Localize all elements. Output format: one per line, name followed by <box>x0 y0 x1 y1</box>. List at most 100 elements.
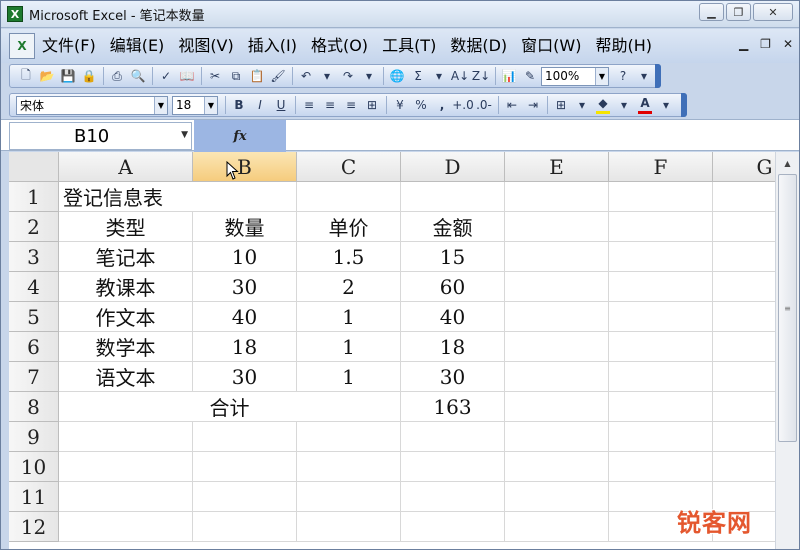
column-header-f[interactable]: F <box>609 152 713 182</box>
redo-dropdown-icon[interactable]: ▾ <box>359 66 379 86</box>
toolbar-options-icon[interactable] <box>681 93 687 117</box>
row-header-12[interactable]: 12 <box>9 512 59 542</box>
cell-d11[interactable] <box>401 482 505 512</box>
restore-button[interactable]: ❐ <box>726 3 751 21</box>
scroll-up-icon[interactable]: ▲ <box>778 154 797 172</box>
format-painter-icon[interactable]: 🖌 <box>268 66 288 86</box>
cell-d1[interactable] <box>401 182 505 212</box>
select-all-button[interactable] <box>9 152 59 182</box>
cell-g4[interactable] <box>713 272 775 302</box>
cell-c5[interactable]: 1 <box>297 302 401 332</box>
row-header-10[interactable]: 10 <box>9 452 59 482</box>
cell-e1[interactable] <box>505 182 609 212</box>
cell-a7[interactable]: 语文本 <box>59 362 193 392</box>
sort-ascending-icon[interactable]: A↓ <box>450 66 470 86</box>
name-box[interactable]: B10 ▼ <box>9 122 192 150</box>
font-size-select[interactable]: 18 ▼ <box>172 95 218 115</box>
cell-c11[interactable] <box>297 482 401 512</box>
cell-a11[interactable] <box>59 482 193 512</box>
cell-a12[interactable] <box>59 512 193 542</box>
chart-wizard-icon[interactable]: 📊 <box>499 66 519 86</box>
cell-a5[interactable]: 作文本 <box>59 302 193 332</box>
cell-f8[interactable] <box>609 392 713 422</box>
workbook-icon[interactable]: X <box>9 33 35 59</box>
cell-d4[interactable]: 60 <box>401 272 505 302</box>
underline-button[interactable]: U <box>271 95 291 115</box>
cell-b6[interactable]: 18 <box>193 332 297 362</box>
row-header-11[interactable]: 11 <box>9 482 59 512</box>
row-header-7[interactable]: 7 <box>9 362 59 392</box>
comma-button[interactable]: , <box>432 95 452 115</box>
zoom-select[interactable]: 100% ▼ <box>541 66 609 86</box>
cell-f2[interactable] <box>609 212 713 242</box>
cell-d7[interactable]: 30 <box>401 362 505 392</box>
font-name-select[interactable]: 宋体 ▼ <box>16 95 168 115</box>
chevron-down-icon[interactable]: ▼ <box>595 67 608 85</box>
cell-b10[interactable] <box>193 452 297 482</box>
undo-dropdown-icon[interactable]: ▾ <box>317 66 337 86</box>
fill-color-icon[interactable]: ◆ <box>593 95 613 115</box>
column-header-a[interactable]: A <box>59 152 193 182</box>
cell-g9[interactable] <box>713 422 775 452</box>
new-icon[interactable]: 🗋 <box>16 66 36 86</box>
cell-c1[interactable] <box>297 182 401 212</box>
cell-e8[interactable] <box>505 392 609 422</box>
help-dropdown-icon[interactable]: ▾ <box>634 66 654 86</box>
menu-window[interactable]: 窗口(W) <box>514 33 588 59</box>
align-center-icon[interactable]: ≡ <box>320 95 340 115</box>
save-icon[interactable]: 💾 <box>58 66 78 86</box>
cell-c2[interactable]: 单价 <box>297 212 401 242</box>
row-header-5[interactable]: 5 <box>9 302 59 332</box>
column-header-g[interactable]: G <box>713 152 775 182</box>
row-header-9[interactable]: 9 <box>9 422 59 452</box>
menu-tools[interactable]: 工具(T) <box>375 33 443 59</box>
increase-decimal-icon[interactable]: +.0 <box>452 95 474 115</box>
cell-g7[interactable] <box>713 362 775 392</box>
cell-b12[interactable] <box>193 512 297 542</box>
cell-g1[interactable] <box>713 182 775 212</box>
cell-d8[interactable]: 163 <box>401 392 505 422</box>
print-preview-icon[interactable]: 🔍 <box>128 66 148 86</box>
align-right-icon[interactable]: ≡ <box>341 95 361 115</box>
cell-b11[interactable] <box>193 482 297 512</box>
cell-e3[interactable] <box>505 242 609 272</box>
increase-indent-icon[interactable]: ⇥ <box>523 95 543 115</box>
doc-restore-button[interactable]: ❐ <box>760 37 771 51</box>
cell-a10[interactable] <box>59 452 193 482</box>
row-header-2[interactable]: 2 <box>9 212 59 242</box>
doc-minimize-button[interactable]: ▁ <box>739 37 748 51</box>
cell-c3[interactable]: 1.5 <box>297 242 401 272</box>
cell-b5[interactable]: 40 <box>193 302 297 332</box>
cell-a4[interactable]: 教课本 <box>59 272 193 302</box>
merge-center-icon[interactable]: ⊞ <box>362 95 382 115</box>
font-color-dropdown-icon[interactable]: ▾ <box>656 95 676 115</box>
autosum-dropdown-icon[interactable]: ▾ <box>429 66 449 86</box>
toolbar-options-icon[interactable] <box>655 64 661 88</box>
cell-b9[interactable] <box>193 422 297 452</box>
cell-b3[interactable]: 10 <box>193 242 297 272</box>
font-color-icon[interactable]: A <box>635 95 655 115</box>
print-icon[interactable]: ⎙ <box>107 66 127 86</box>
cell-c9[interactable] <box>297 422 401 452</box>
italic-button[interactable]: I <box>250 95 270 115</box>
cell-e11[interactable] <box>505 482 609 512</box>
decrease-decimal-icon[interactable]: .0- <box>474 95 494 115</box>
cell-f7[interactable] <box>609 362 713 392</box>
row-header-4[interactable]: 4 <box>9 272 59 302</box>
cell-c12[interactable] <box>297 512 401 542</box>
research-icon[interactable]: 📖 <box>177 66 197 86</box>
row-header-1[interactable]: 1 <box>9 182 59 212</box>
paste-icon[interactable]: 📋 <box>247 66 267 86</box>
copy-icon[interactable]: ⧉ <box>226 66 246 86</box>
cell-f5[interactable] <box>609 302 713 332</box>
align-left-icon[interactable]: ≡ <box>299 95 319 115</box>
column-header-c[interactable]: C <box>297 152 401 182</box>
cell-a1[interactable]: 登记信息表 <box>59 182 193 212</box>
hyperlink-icon[interactable]: 🌐 <box>387 66 407 86</box>
menu-help[interactable]: 帮助(H) <box>588 33 659 59</box>
column-header-d[interactable]: D <box>401 152 505 182</box>
cell-g3[interactable] <box>713 242 775 272</box>
cell-e4[interactable] <box>505 272 609 302</box>
cell-b7[interactable]: 30 <box>193 362 297 392</box>
chevron-down-icon[interactable]: ▼ <box>154 96 167 114</box>
